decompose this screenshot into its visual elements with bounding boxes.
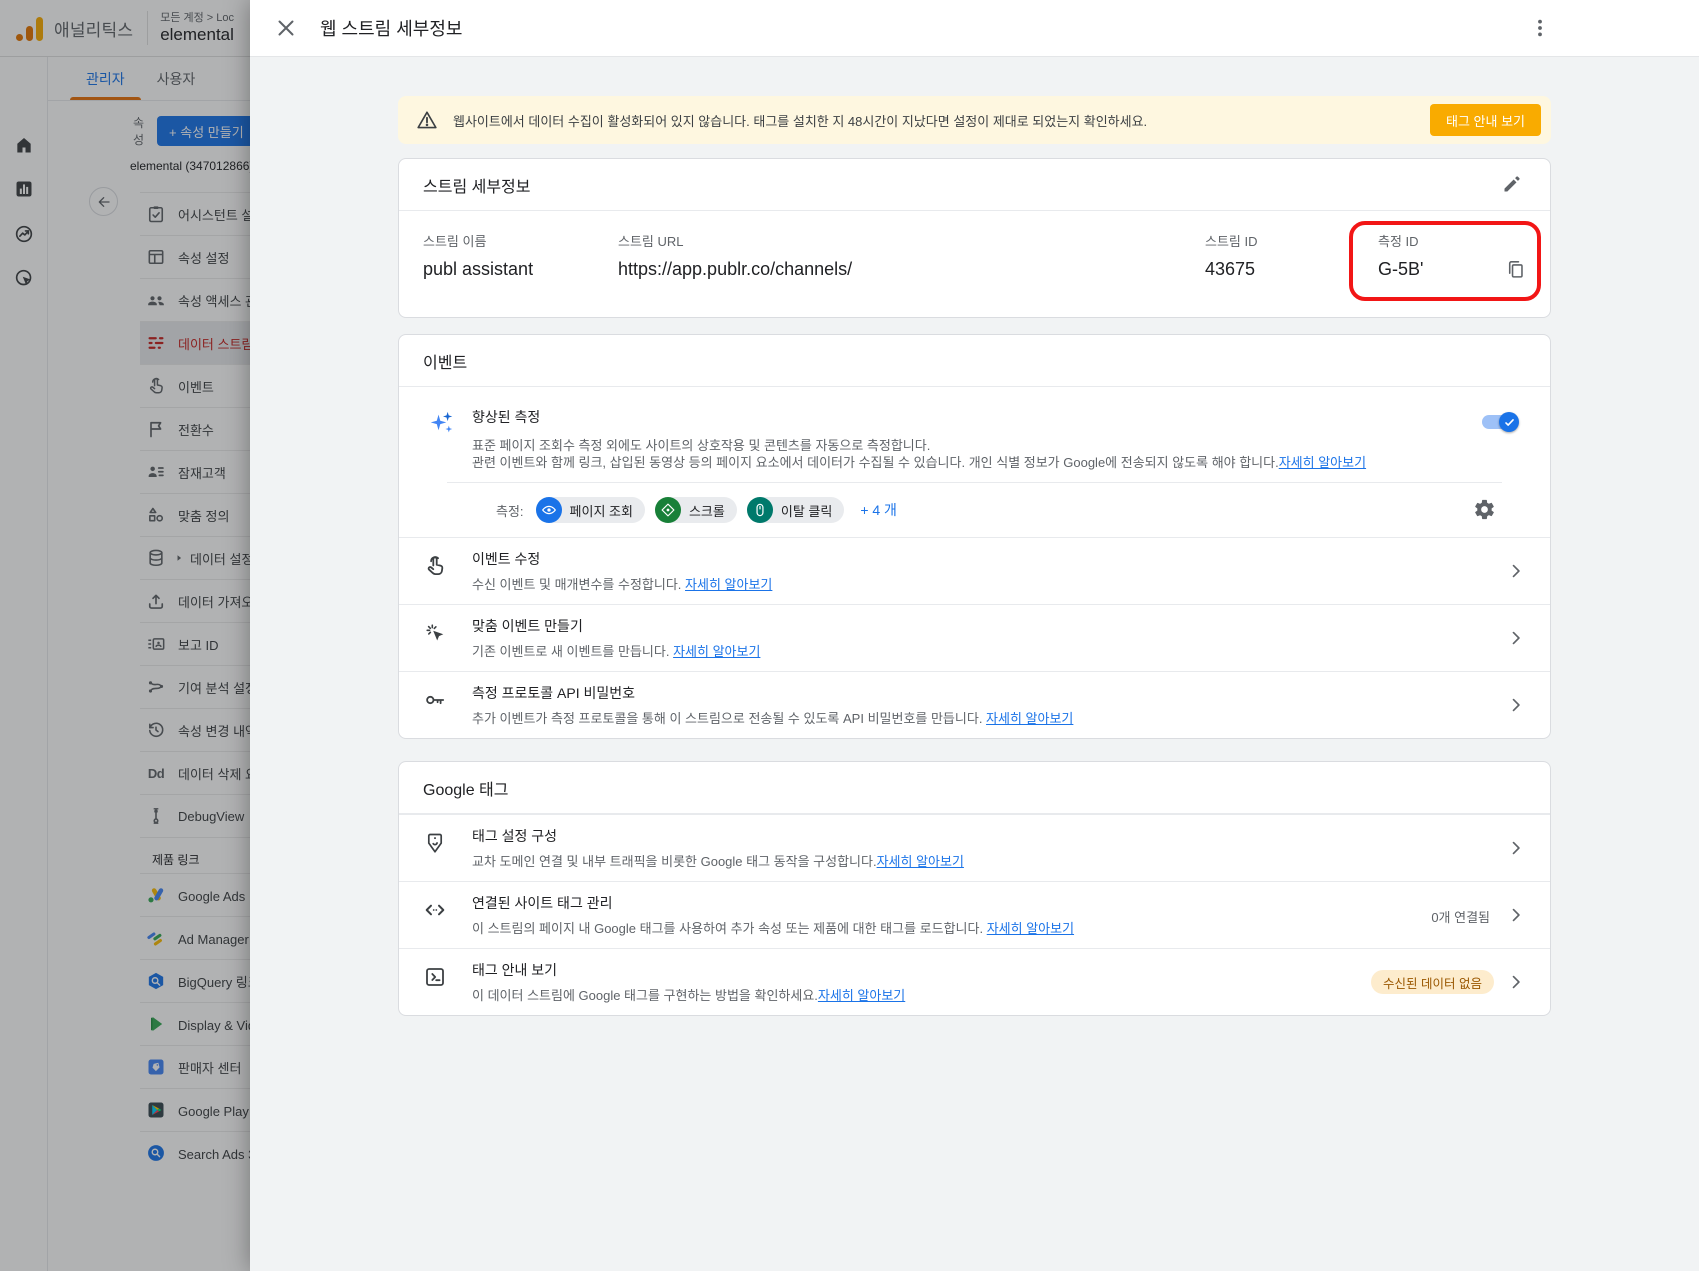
connected-count-badge: 0개 연결됨 [1431,907,1490,926]
panel-title: 웹 스트림 세부정보 [320,15,462,41]
stream-details-title: 스트림 세부정보 [399,159,1550,211]
chip-scroll: 스크롤 [655,497,737,523]
stream-name-field: 스트림 이름 publ assistant [423,231,618,280]
chevron-right-icon [1506,838,1526,858]
learn-more-link[interactable]: 자세히 알아보기 [818,988,905,1003]
learn-more-link[interactable]: 자세히 알아보기 [986,711,1073,726]
mouse-icon [752,502,768,518]
enhanced-measurement-description: 표준 페이지 조회수 측정 외에도 사이트의 상호작용 및 콘텐츠를 자동으로 … [472,437,1526,471]
warning-text: 웹사이트에서 데이터 수집이 활성화되어 있지 않습니다. 태그를 설치한 지 … [453,111,1430,130]
web-stream-details-panel: 웹 스트림 세부정보 웹사이트에서 데이터 수집이 활성화되어 있지 않습니다.… [250,0,1699,1271]
chevron-right-icon [1506,972,1526,992]
data-collection-warning-banner: 웹사이트에서 데이터 수집이 활성화되어 있지 않습니다. 태그를 설치한 지 … [398,96,1551,144]
configure-tag-settings-row[interactable]: 태그 설정 구성 교차 도메인 연결 및 내부 트래픽을 비롯한 Google … [399,814,1550,881]
touch-icon [423,554,447,578]
gear-icon[interactable] [1473,498,1496,521]
stream-details-card: 스트림 세부정보 스트림 이름 publ assistant 스트림 URL h… [398,158,1551,318]
no-data-received-badge: 수신된 데이터 없음 [1371,970,1494,994]
view-tag-instructions-row[interactable]: 태그 안내 보기 이 데이터 스트림에 Google 태그를 구현하는 방법을 … [399,948,1550,1015]
code-icon [423,898,447,922]
modify-events-row[interactable]: 이벤트 수정 수신 이벤트 및 매개변수를 수정합니다. 자세히 알아보기 [399,537,1550,604]
sparkle-icon [429,409,455,435]
view-tag-instructions-button[interactable]: 태그 안내 보기 [1430,104,1541,136]
tag-settings-icon [423,831,447,855]
learn-more-link[interactable]: 자세히 알아보기 [685,577,772,592]
stream-fields: 스트림 이름 publ assistant 스트림 URL https://ap… [399,211,1550,280]
chevron-right-icon [1506,695,1526,715]
edit-icon[interactable] [1502,174,1522,194]
stream-url-field: 스트림 URL https://app.publr.co/channels/ [618,231,1205,280]
chevron-right-icon [1506,561,1526,581]
manage-connected-site-tags-row[interactable]: 연결된 사이트 태그 관리 이 스트림의 페이지 내 Google 태그를 사용… [399,881,1550,948]
enhanced-measurement-section: 향상된 측정 표준 페이지 조회수 측정 외에도 사이트의 상호작용 및 콘텐츠… [399,387,1550,537]
tag-instructions-icon [423,965,447,989]
cursor-click-icon [423,621,447,645]
learn-more-link[interactable]: 자세히 알아보기 [1279,455,1366,470]
chevron-right-icon [1506,628,1526,648]
learn-more-link[interactable]: 자세히 알아보기 [877,854,964,869]
learn-more-link[interactable]: 자세히 알아보기 [673,644,760,659]
measurement-protocol-api-row[interactable]: 측정 프로토콜 API 비밀번호 추가 이벤트가 측정 프로토콜을 통해 이 스… [399,671,1550,738]
google-tag-card-title: Google 태그 [399,762,1550,814]
check-icon [1503,416,1516,429]
close-icon[interactable] [274,16,298,40]
enhanced-measurement-title: 향상된 측정 [472,407,1526,427]
chevron-right-icon [1506,905,1526,925]
more-options-icon[interactable] [1528,16,1552,40]
enhanced-measurement-toggle[interactable] [1482,415,1516,429]
measuring-label: 측정: [496,501,524,520]
copy-icon[interactable] [1505,259,1526,280]
more-chips-link[interactable]: + 4 개 [860,500,897,520]
events-card: 이벤트 향상된 측정 표준 페이지 조회수 측정 외에도 사이트의 상호작용 및… [398,334,1551,739]
warning-icon [416,109,438,131]
measurement-id-field: 측정 ID G-5B' [1378,231,1526,280]
panel-header: 웹 스트림 세부정보 [250,0,1699,57]
create-custom-events-row[interactable]: 맞춤 이벤트 만들기 기존 이벤트로 새 이벤트를 만듭니다. 자세히 알아보기 [399,604,1550,671]
measured-events-row: 측정: 페이지 조회 스크롤 이탈 클릭 + 4 개 [447,483,1502,537]
eye-icon [541,502,557,518]
google-tag-card: Google 태그 태그 설정 구성 교차 도메인 연결 및 내부 트래픽을 비… [398,761,1551,1016]
chip-outbound-click: 이탈 클릭 [747,497,844,523]
modal-scrim[interactable] [0,0,250,1271]
panel-content: 웹사이트에서 데이터 수집이 활성화되어 있지 않습니다. 태그를 설치한 지 … [250,57,1699,1271]
stream-id-field: 스트림 ID 43675 [1205,231,1378,280]
learn-more-link[interactable]: 자세히 알아보기 [987,921,1074,936]
events-card-title: 이벤트 [399,335,1550,387]
key-icon [423,688,447,712]
scroll-icon [660,502,676,518]
chip-page-view: 페이지 조회 [536,497,645,523]
